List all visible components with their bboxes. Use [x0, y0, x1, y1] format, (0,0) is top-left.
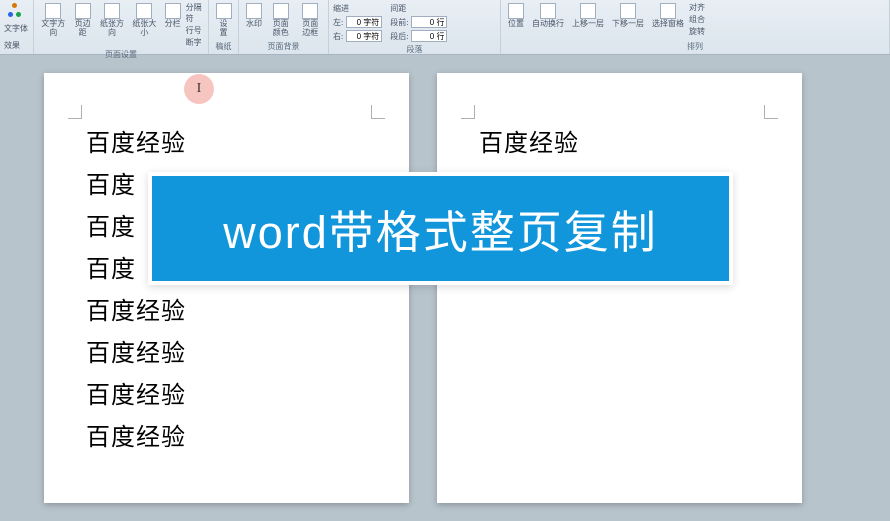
overlay-text: word带格式整页复制	[223, 196, 658, 261]
watermark-icon	[246, 3, 262, 19]
ribbon: 文字体 效果 文字方向 页边距 纸张方向 纸张大小 分栏 分隔符 行号 断字 页…	[0, 0, 890, 55]
text-line[interactable]: 百度经验	[86, 333, 367, 375]
text-line[interactable]: 百度经验	[86, 291, 367, 333]
send-backward-button[interactable]: 下移一层	[609, 2, 647, 37]
page-color-button[interactable]: 页面颜色	[267, 2, 295, 39]
page-border-button[interactable]: 页面边框	[297, 2, 325, 39]
workspace: 百度经验百度百度百度百度经验百度经验百度经验百度经验 百度经验	[0, 55, 890, 521]
orientation-button[interactable]: 纸张方向	[97, 2, 127, 48]
page-bg-label: 页面背景	[243, 40, 324, 52]
spacing-label: 间距	[390, 3, 406, 14]
wrap-icon	[540, 3, 556, 19]
manuscript-label: 稿纸	[213, 40, 234, 52]
margins-button[interactable]: 页边距	[70, 2, 94, 48]
margin-corner-icon	[68, 105, 82, 119]
bring-forward-button[interactable]: 上移一层	[569, 2, 607, 37]
hyphenation-button[interactable]: 断字	[186, 37, 204, 48]
size-icon	[136, 3, 152, 19]
bring-forward-icon	[580, 3, 596, 19]
arrange-label: 排列	[505, 40, 885, 52]
cursor-indicator	[184, 74, 214, 104]
position-icon	[508, 3, 524, 19]
margin-corner-icon	[461, 105, 475, 119]
size-button[interactable]: 纸张大小	[129, 2, 159, 48]
text-line[interactable]: 百度经验	[86, 417, 367, 459]
theme-icon	[8, 3, 22, 17]
page-setup-label: 页面设置	[38, 48, 204, 60]
group-button[interactable]: 组合	[689, 14, 705, 25]
ribbon-group-page-bg: 水印 页面颜色 页面边框 页面背景	[239, 0, 329, 54]
theme-button[interactable]	[4, 2, 29, 18]
page-border-icon	[302, 3, 318, 19]
ribbon-group-paragraph: 缩进 左: 右: 间距 段前: 段后: 段落	[329, 0, 501, 54]
manuscript-icon	[216, 3, 232, 19]
document-page-1[interactable]: 百度经验百度百度百度百度经验百度经验百度经验百度经验	[44, 73, 409, 503]
orientation-icon	[104, 3, 120, 19]
margin-corner-icon	[764, 105, 778, 119]
ribbon-group-theme: 文字体 效果	[0, 0, 34, 54]
selection-pane-icon	[660, 3, 676, 19]
manuscript-button[interactable]: 设置	[213, 2, 234, 39]
columns-icon	[165, 3, 181, 19]
indent-left-label: 缩进	[333, 3, 349, 14]
page-color-icon	[273, 3, 289, 19]
send-backward-icon	[620, 3, 636, 19]
margin-corner-icon	[371, 105, 385, 119]
spacing-after-input[interactable]	[411, 30, 447, 42]
margins-icon	[75, 3, 91, 19]
watermark-button[interactable]: 水印	[243, 2, 265, 39]
columns-button[interactable]: 分栏	[162, 2, 184, 48]
document-page-2[interactable]: 百度经验	[437, 73, 802, 503]
theme-effects[interactable]: 效果	[4, 39, 29, 52]
text-direction-icon	[45, 3, 61, 19]
text-line[interactable]: 百度经验	[86, 375, 367, 417]
selection-pane-button[interactable]: 选择窗格	[649, 2, 687, 37]
indent-right-input[interactable]	[346, 30, 382, 42]
ribbon-group-manuscript: 设置 稿纸	[209, 0, 239, 54]
paragraph-label: 段落	[333, 43, 496, 55]
breaks-button[interactable]: 分隔符	[186, 2, 204, 24]
align-button[interactable]: 对齐	[689, 2, 705, 13]
spacing-before-input[interactable]	[411, 16, 447, 28]
wrap-button[interactable]: 自动换行	[529, 2, 567, 37]
overlay-banner: word带格式整页复制	[148, 172, 733, 285]
indent-left-input[interactable]	[346, 16, 382, 28]
text-line[interactable]: 百度经验	[86, 123, 367, 165]
ribbon-group-page-setup: 文字方向 页边距 纸张方向 纸张大小 分栏 分隔符 行号 断字 页面设置	[34, 0, 209, 54]
ribbon-group-arrange: 位置 自动换行 上移一层 下移一层 选择窗格 对齐 组合 旋转 排列	[501, 0, 890, 54]
line-numbers-button[interactable]: 行号	[186, 25, 204, 36]
text-line[interactable]: 百度经验	[479, 123, 760, 165]
rotate-button[interactable]: 旋转	[689, 26, 705, 37]
text-direction-button[interactable]: 文字方向	[38, 2, 68, 48]
theme-font[interactable]: 文字体	[4, 22, 29, 35]
position-button[interactable]: 位置	[505, 2, 527, 37]
